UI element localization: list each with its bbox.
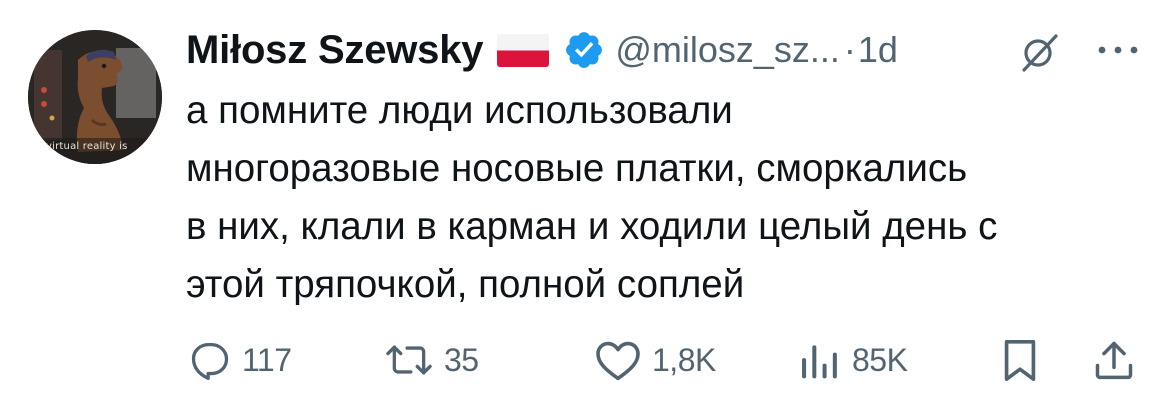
repost-count: 35 <box>444 341 479 378</box>
heart-icon <box>596 341 640 381</box>
timestamp[interactable]: 1d <box>858 29 898 71</box>
share-button[interactable] <box>1092 332 1136 388</box>
like-count: 1,8K <box>652 341 716 378</box>
bookmark-icon <box>1004 339 1036 381</box>
action-bar: 117 35 1,8K 85K <box>0 332 1170 388</box>
tweet-text-line: этой тряпочкой, полной соплей <box>186 263 745 306</box>
display-name[interactable]: Miłosz Szewsky <box>186 28 484 73</box>
like-button[interactable]: 1,8K <box>594 332 716 388</box>
tweet-text-line: многоразовые носовые платки, сморкались <box>186 147 968 190</box>
bookmark-button[interactable] <box>1000 332 1040 388</box>
tweet-card: virtual reality is Miłosz Szewsky @milos… <box>0 0 1170 402</box>
tweet-text: а помните люди использовали многоразовые… <box>186 82 1146 314</box>
reply-icon <box>191 342 229 380</box>
verified-badge-icon[interactable] <box>563 29 605 71</box>
avatar-caption: virtual reality is <box>46 141 128 152</box>
views-chart-icon <box>802 345 837 379</box>
repost-icon <box>386 345 432 375</box>
reply-count: 117 <box>242 341 292 378</box>
grok-icon[interactable] <box>1016 28 1064 76</box>
share-icon <box>1095 341 1133 380</box>
repost-button[interactable]: 35 <box>384 332 479 388</box>
handle[interactable]: @milosz_sz... <box>615 29 840 71</box>
views-button[interactable]: 85K <box>798 332 908 388</box>
tweet-text-line: а помните люди использовали <box>186 89 733 132</box>
tweet-header: Miłosz Szewsky @milosz_sz... · 1d <box>186 22 898 78</box>
poland-flag-icon <box>497 33 550 67</box>
more-options-icon[interactable] <box>1094 38 1142 62</box>
views-count: 85K <box>852 341 908 378</box>
tweet-text-line: в них, клали в карман и ходили целый ден… <box>186 205 998 248</box>
avatar[interactable]: virtual reality is <box>28 30 162 164</box>
separator-dot: · <box>843 29 856 70</box>
reply-button[interactable]: 117 <box>188 332 292 388</box>
